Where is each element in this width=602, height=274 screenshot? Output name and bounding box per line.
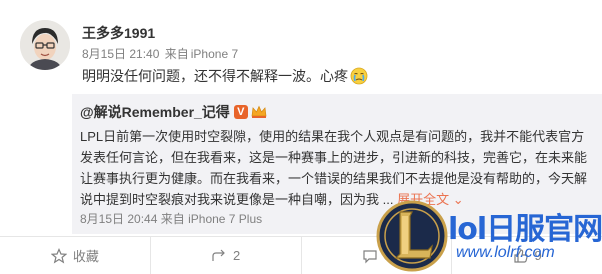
- post-source[interactable]: iPhone 7: [191, 47, 238, 61]
- favorite-button[interactable]: 收藏: [0, 237, 151, 274]
- watermark: lol日服官网 www.lolrf.com: [376, 196, 602, 274]
- favorite-label: 收藏: [72, 249, 99, 264]
- repost-source[interactable]: iPhone 7 Plus: [188, 212, 262, 226]
- post-text: 明明没任何问题，还不得不解释一波。心疼: [82, 68, 348, 84]
- watermark-title: lol日服官网: [448, 212, 602, 247]
- verified-badge-icon: V: [233, 105, 248, 119]
- watermark-url: www.lolrf.com: [456, 244, 555, 261]
- repost-source-prefix: 来自: [160, 212, 185, 226]
- crying-emoji-icon: [350, 67, 368, 85]
- member-crown-icon: [251, 105, 267, 119]
- repost-date[interactable]: 8月15日 20:44: [80, 212, 157, 226]
- repost-meta: 8月15日 20:44 来自 iPhone 7 Plus: [80, 210, 262, 227]
- share-icon: [212, 249, 225, 261]
- league-logo-icon: [376, 196, 448, 274]
- repost-button[interactable]: 2: [151, 237, 302, 274]
- repost-author[interactable]: @解说Remember_记得: [80, 102, 230, 122]
- post-text-container: 明明没任何问题，还不得不解释一波。心疼: [82, 66, 368, 86]
- star-icon: [50, 247, 67, 264]
- post-meta: 8月15日 21:40 来自 iPhone 7: [82, 45, 238, 62]
- repost-count: 2: [233, 248, 241, 263]
- avatar[interactable]: [20, 20, 70, 70]
- post-username[interactable]: 王多多1991: [82, 23, 155, 43]
- post-source-prefix: 来自: [164, 47, 189, 61]
- post-date[interactable]: 8月15日 21:40: [82, 47, 159, 61]
- repost-author-row: @解说Remember_记得 V: [80, 102, 267, 122]
